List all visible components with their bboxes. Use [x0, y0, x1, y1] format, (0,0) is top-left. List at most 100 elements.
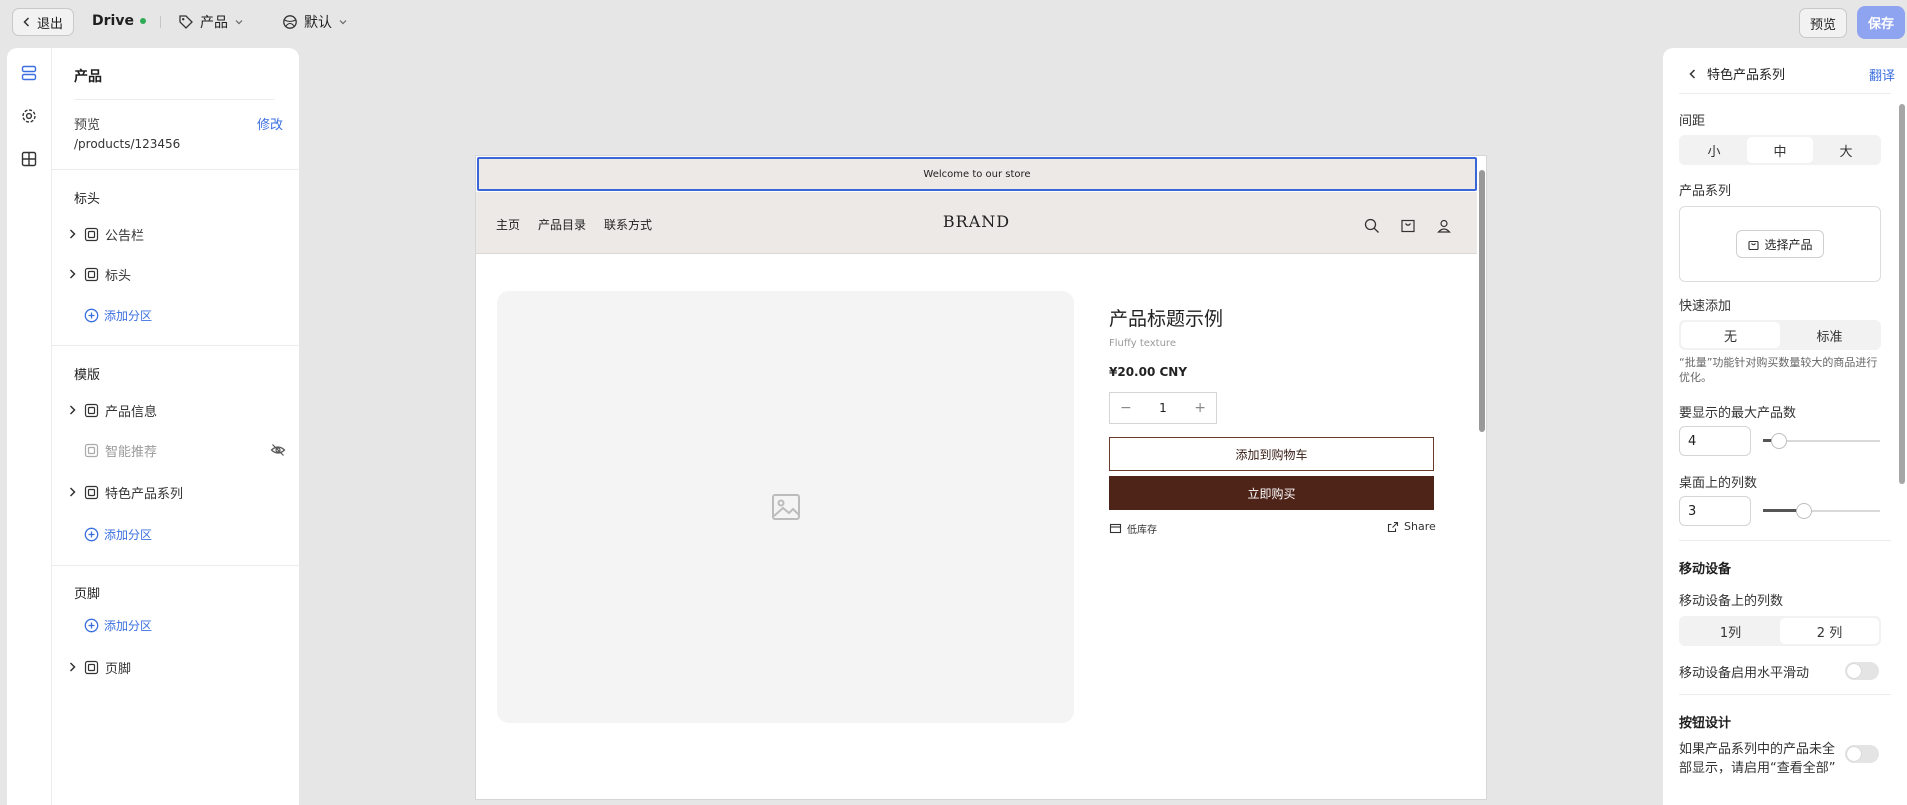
section-icon [84, 267, 99, 281]
image-icon [771, 494, 800, 520]
spacing-label: 间距 [1679, 114, 1706, 129]
add-section-button[interactable]: 添加分区 [84, 615, 152, 635]
theme-select-value: 默认 [304, 15, 332, 31]
eye-off-icon[interactable] [270, 442, 286, 458]
buy-now-button[interactable]: 立即购买 [1109, 476, 1434, 510]
toggle-knob [1847, 664, 1861, 678]
mobile-scroll-label: 移动设备启用水平滑动 [1679, 666, 1810, 681]
desktop-cols-label: 桌面上的列数 [1679, 476, 1758, 491]
chevron-right-icon [69, 662, 76, 672]
theme-select[interactable]: 默认 [282, 12, 348, 32]
product-price: ¥20.00 CNY [1109, 365, 1188, 379]
toggle-knob [1847, 747, 1861, 761]
tree-item-recommendations[interactable]: 智能推荐 [66, 439, 157, 461]
product-subtitle: Fluffy texture [1109, 338, 1176, 349]
mobile-cols-segmented: 1列 2 列 [1679, 616, 1881, 646]
spacing-medium[interactable]: 中 [1747, 137, 1813, 163]
button-design-title: 按钮设计 [1679, 716, 1732, 731]
divider [1679, 93, 1891, 94]
share-label: Share [1404, 520, 1436, 533]
stock-status: 低库存 [1109, 521, 1157, 536]
panel-title: 特色产品系列 [1707, 68, 1786, 83]
view-all-toggle[interactable] [1845, 745, 1879, 763]
divider [52, 169, 300, 170]
mobile-cols-two[interactable]: 2 列 [1780, 618, 1879, 644]
max-products-slider[interactable] [1763, 433, 1880, 449]
mobile-section-title: 移动设备 [1679, 562, 1732, 577]
top-bar: 退出 Drive 产品 默认 预览 保存 [0, 0, 1907, 44]
chevron-down-icon [339, 20, 347, 25]
spacing-small[interactable]: 小 [1681, 137, 1747, 163]
store-header[interactable]: 主页 产品目录 联系方式 BRAND [476, 192, 1477, 254]
desktop-cols-slider[interactable] [1763, 503, 1880, 519]
template-select[interactable]: 产品 [178, 12, 244, 32]
tree-item-label: 特色产品系列 [105, 486, 184, 502]
desktop-cols-input[interactable]: 3 [1679, 496, 1751, 526]
section-tree: 产品 预览 修改 /products/123456 标头 公告栏 标头 添加分区… [51, 48, 300, 805]
gear-icon[interactable] [20, 107, 38, 125]
exit-button[interactable]: 退出 [12, 8, 75, 36]
divider [160, 16, 161, 28]
tree-item-product-info[interactable]: 产品信息 [66, 399, 157, 421]
tree-item-announcement-bar[interactable]: 公告栏 [66, 223, 144, 245]
chevron-left-icon [23, 17, 30, 27]
max-products-input[interactable]: 4 [1679, 426, 1751, 456]
add-section-button[interactable]: 添加分区 [84, 524, 152, 544]
site-name: Drive [92, 13, 146, 29]
divider [1679, 540, 1891, 541]
account-icon[interactable] [1435, 217, 1453, 235]
slider-knob[interactable] [1771, 433, 1787, 449]
share-button[interactable]: Share [1387, 520, 1436, 533]
group-template-title: 模版 [74, 368, 101, 383]
quantity-value[interactable]: 1 [1159, 401, 1167, 415]
tree-item-header[interactable]: 标头 [66, 263, 131, 285]
apps-icon[interactable] [20, 150, 38, 168]
plus-circle-icon [84, 618, 99, 632]
quick-add-label: 快速添加 [1679, 299, 1732, 314]
page-title: 产品 [74, 69, 102, 85]
preview-button[interactable]: 预览 [1799, 8, 1847, 38]
edit-preview-link[interactable]: 修改 [257, 114, 283, 133]
translate-link[interactable]: 翻译 [1869, 65, 1895, 84]
select-product-button[interactable]: 选择产品 [1736, 230, 1824, 258]
quantity-stepper[interactable]: − 1 + [1109, 392, 1217, 424]
chevron-right-icon [69, 269, 76, 279]
quantity-minus-button[interactable]: − [1120, 400, 1132, 416]
section-icon [84, 403, 99, 417]
add-to-cart-button[interactable]: 添加到购物车 [1109, 437, 1434, 471]
brand-logo[interactable]: BRAND [476, 212, 1477, 231]
search-icon[interactable] [1363, 217, 1381, 235]
store-preview-canvas: Welcome to our store 主页 产品目录 联系方式 BRAND … [475, 155, 1487, 800]
quantity-plus-button[interactable]: + [1194, 400, 1206, 416]
sections-icon[interactable] [20, 64, 38, 82]
quick-add-none[interactable]: 无 [1681, 322, 1780, 348]
save-button[interactable]: 保存 [1857, 6, 1905, 39]
tree-item-footer[interactable]: 页脚 [66, 656, 131, 678]
max-products-label: 要显示的最大产品数 [1679, 406, 1797, 421]
product-image-placeholder [497, 291, 1074, 723]
add-section-label: 添加分区 [104, 308, 153, 323]
tree-item-label: 公告栏 [105, 228, 145, 244]
slider-knob[interactable] [1796, 503, 1812, 519]
tree-item-label: 智能推荐 [105, 444, 158, 460]
section-icon [84, 485, 99, 499]
add-section-button[interactable]: 添加分区 [84, 305, 152, 325]
tree-item-featured-collection[interactable]: 特色产品系列 [66, 481, 183, 503]
announcement-bar[interactable]: Welcome to our store [477, 157, 1477, 191]
quick-add-standard[interactable]: 标准 [1780, 322, 1879, 348]
panel-scrollbar[interactable] [1899, 104, 1905, 484]
preview-scrollbar[interactable] [1479, 166, 1485, 796]
bag-icon [1748, 240, 1760, 250]
back-button[interactable]: 特色产品系列 [1687, 64, 1785, 83]
divider [52, 565, 300, 566]
chevron-down-icon [235, 20, 243, 25]
add-section-label: 添加分区 [104, 618, 153, 633]
mobile-cols-one[interactable]: 1列 [1681, 618, 1780, 644]
tree-item-label: 产品信息 [105, 404, 158, 420]
scrollbar-thumb[interactable] [1479, 170, 1485, 432]
collection-label: 产品系列 [1679, 184, 1732, 199]
cart-icon[interactable] [1399, 217, 1417, 235]
mobile-scroll-toggle[interactable] [1845, 662, 1879, 680]
spacing-large[interactable]: 大 [1813, 137, 1879, 163]
plus-circle-icon [84, 527, 99, 541]
